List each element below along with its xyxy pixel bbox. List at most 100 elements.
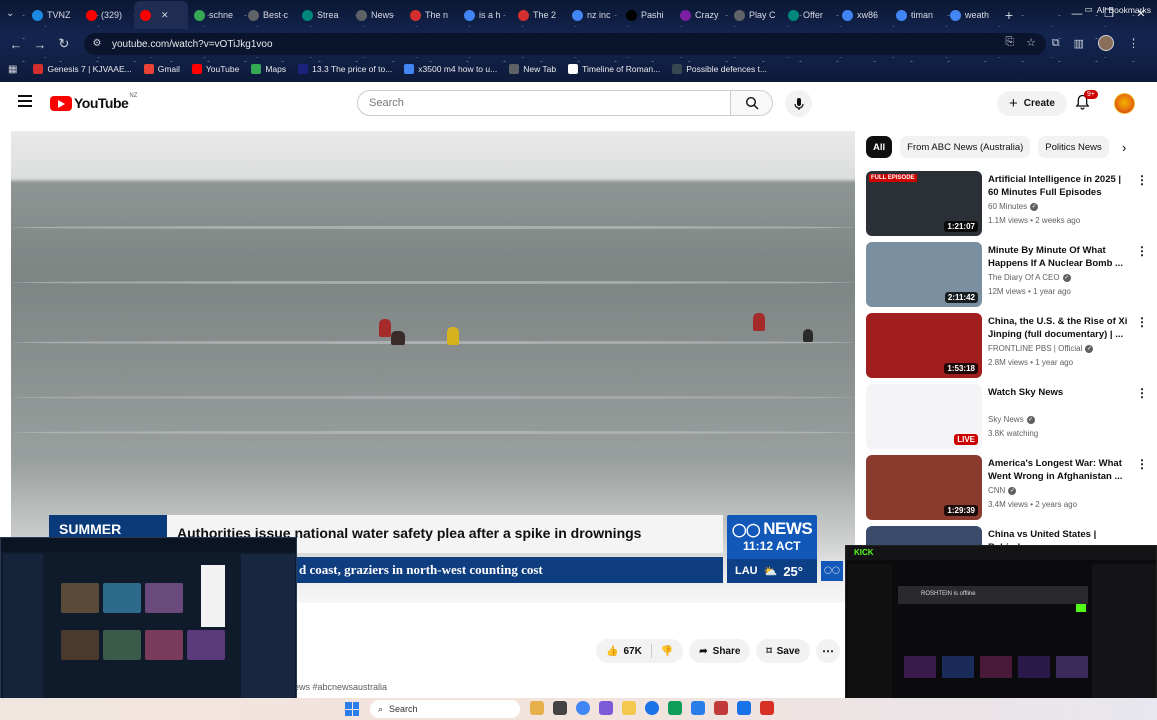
video-title[interactable]: Watch Sky News <box>988 386 1128 399</box>
browser-tab[interactable]: ✕ <box>134 1 188 29</box>
youtube-logo[interactable]: YouTube NZ <box>50 93 137 111</box>
voice-search-button[interactable] <box>785 90 812 117</box>
app-icon[interactable] <box>714 701 728 715</box>
browser-menu-icon[interactable]: ⋮ <box>1128 37 1139 50</box>
browser-tab[interactable]: weath <box>944 1 998 29</box>
bookmark-item[interactable]: YouTube <box>186 64 245 74</box>
app-icon[interactable] <box>737 701 751 715</box>
browser-tab[interactable]: Offer <box>782 1 836 29</box>
more-actions-button[interactable]: ⋯ <box>815 639 840 663</box>
browser-tab[interactable]: (329) <box>80 1 134 29</box>
related-video[interactable]: 1:29:39 America's Longest War: What Went … <box>866 455 1151 526</box>
save-button[interactable]: ⌑ Save <box>756 639 810 663</box>
related-video[interactable]: FULL EPISODE 1:21:07 Artificial Intelligen… <box>866 171 1151 242</box>
description-hashtags[interactable]: ews #abcnewsaustralia <box>294 682 387 692</box>
share-button[interactable]: ➦ Share <box>689 639 751 663</box>
app-icon[interactable] <box>668 701 682 715</box>
browser-tab[interactable]: schne <box>188 1 242 29</box>
video-title[interactable]: Minute By Minute Of What Happens If A Nu… <box>988 244 1128 270</box>
edge-icon[interactable] <box>645 701 659 715</box>
filter-chip[interactable]: From ABC News (Australia) <box>900 136 1031 158</box>
video-title[interactable]: Artificial Intelligence in 2025 | 60 Min… <box>988 173 1128 199</box>
thumbs-up-icon[interactable]: 👍 <box>606 646 618 657</box>
side-panel-icon[interactable]: ▥ <box>1074 37 1084 50</box>
filter-chip[interactable]: Politics News <box>1038 136 1109 158</box>
profile-avatar[interactable] <box>1098 35 1114 51</box>
search-input[interactable] <box>369 97 730 109</box>
more-options-icon[interactable]: ⋮ <box>1136 173 1148 187</box>
apps-grid-icon[interactable]: ▦ <box>8 64 17 75</box>
close-tab-icon[interactable]: ✕ <box>161 10 169 21</box>
browser-tab[interactable]: The 2 <box>512 1 566 29</box>
video-thumbnail[interactable]: 1:29:39 <box>866 455 982 520</box>
bookmark-item[interactable]: New Tab <box>503 64 562 74</box>
channel-name[interactable]: 60 Minutes ✓ <box>988 202 1039 211</box>
channel-name[interactable]: CNN ✓ <box>988 486 1017 495</box>
back-icon[interactable]: ← <box>4 37 28 52</box>
channel-name[interactable]: FRONTLINE PBS | Official ✓ <box>988 344 1094 353</box>
browser-tab[interactable]: nz inc <box>566 1 620 29</box>
browser-tab[interactable]: Best c <box>242 1 296 29</box>
bookmark-item[interactable]: Timeline of Roman... <box>562 64 666 74</box>
casino-stream-window[interactable] <box>0 537 297 713</box>
chevron-right-icon[interactable]: › <box>1122 140 1126 155</box>
filter-chip[interactable]: All <box>866 136 893 158</box>
browser-tab[interactable]: Strea <box>296 1 350 29</box>
menu-icon[interactable] <box>18 95 32 110</box>
more-options-icon[interactable]: ⋮ <box>1136 315 1148 329</box>
site-info-icon[interactable]: ⚙ <box>90 37 104 51</box>
video-thumbnail[interactable]: FULL EPISODE 1:21:07 <box>866 171 982 236</box>
browser-tab[interactable]: TVNZ <box>26 1 80 29</box>
app-icon[interactable] <box>599 701 613 715</box>
notifications-button[interactable]: 9+ <box>1075 90 1098 115</box>
more-options-icon[interactable]: ⋮ <box>1136 457 1148 471</box>
video-title[interactable]: America's Longest War: What Went Wrong i… <box>988 457 1128 483</box>
bookmark-item[interactable]: x3500 m4 how to u... <box>398 64 503 74</box>
bookmark-item[interactable]: Maps <box>245 64 292 74</box>
install-app-icon[interactable]: ⎘ <box>1005 36 1014 49</box>
app-icon[interactable] <box>691 701 705 715</box>
channel-name[interactable]: The Diary Of A CEO ✓ <box>988 273 1071 282</box>
windows-start-icon[interactable] <box>345 702 359 716</box>
thumbs-down-icon[interactable]: 👎 <box>661 646 673 657</box>
bookmark-item[interactable]: 13.3 The price of to... <box>292 64 398 74</box>
more-options-icon[interactable]: ⋮ <box>1136 386 1148 400</box>
reload-icon[interactable]: ↻ <box>52 36 76 52</box>
forward-icon[interactable]: → <box>28 37 52 52</box>
task-view-icon[interactable] <box>530 701 544 715</box>
browser-tab[interactable]: News <box>350 1 404 29</box>
bookmark-item[interactable]: Possible defences t... <box>666 64 773 74</box>
account-avatar[interactable] <box>1114 93 1135 114</box>
browser-tab[interactable]: Play C <box>728 1 782 29</box>
file-explorer-icon[interactable] <box>622 701 636 715</box>
all-bookmarks-button[interactable]: ▭ All Bookmarks <box>1085 4 1151 15</box>
like-count[interactable]: 67K <box>623 646 641 657</box>
browser-tab[interactable]: Pashi <box>620 1 674 29</box>
video-thumbnail[interactable]: 1:53:18 <box>866 313 982 378</box>
extensions-icon[interactable]: ⧉ <box>1052 37 1060 50</box>
channel-name[interactable]: Sky News ✓ <box>988 415 1035 424</box>
browser-tab[interactable]: timan <box>890 1 944 29</box>
related-video[interactable]: 1:53:18 China, the U.S. & the Rise of Xi … <box>866 313 1151 384</box>
bookmark-item[interactable]: Genesis 7 | KJVAAE... <box>27 64 137 74</box>
browser-tab[interactable]: is a h <box>458 1 512 29</box>
more-options-icon[interactable]: ⋮ <box>1136 244 1148 258</box>
related-video[interactable]: LIVE Watch Sky News Sky News ✓ 3.8K watching… <box>866 384 1151 455</box>
url-text[interactable]: youtube.com/watch?v=vOTiJkg1voo <box>112 39 273 50</box>
video-player[interactable]: SUMMER Authorities issue national water … <box>11 131 855 603</box>
video-thumbnail[interactable]: 2:11:42 <box>866 242 982 307</box>
video-thumbnail[interactable]: LIVE <box>866 384 982 449</box>
search-button[interactable] <box>731 90 773 116</box>
bookmark-star-icon[interactable]: ☆ <box>1026 36 1036 49</box>
taskbar-search[interactable]: ⌕ Search <box>370 700 520 718</box>
browser-tab[interactable]: xw86 <box>836 1 890 29</box>
bookmark-item[interactable]: Gmail <box>138 64 186 74</box>
app-icon[interactable] <box>760 701 774 715</box>
browser-tab[interactable]: Crazy <box>674 1 728 29</box>
browser-tab[interactable]: The n <box>404 1 458 29</box>
video-title[interactable]: China, the U.S. & the Rise of Xi Jinping… <box>988 315 1128 341</box>
terminal-icon[interactable] <box>553 701 567 715</box>
related-video[interactable]: 2:11:42 Minute By Minute Of What Happens … <box>866 242 1151 313</box>
address-bar[interactable]: ⚙ youtube.com/watch?v=vOTiJkg1voo ⎘ ☆ <box>84 33 1046 55</box>
new-tab-icon[interactable]: + <box>998 7 1020 23</box>
